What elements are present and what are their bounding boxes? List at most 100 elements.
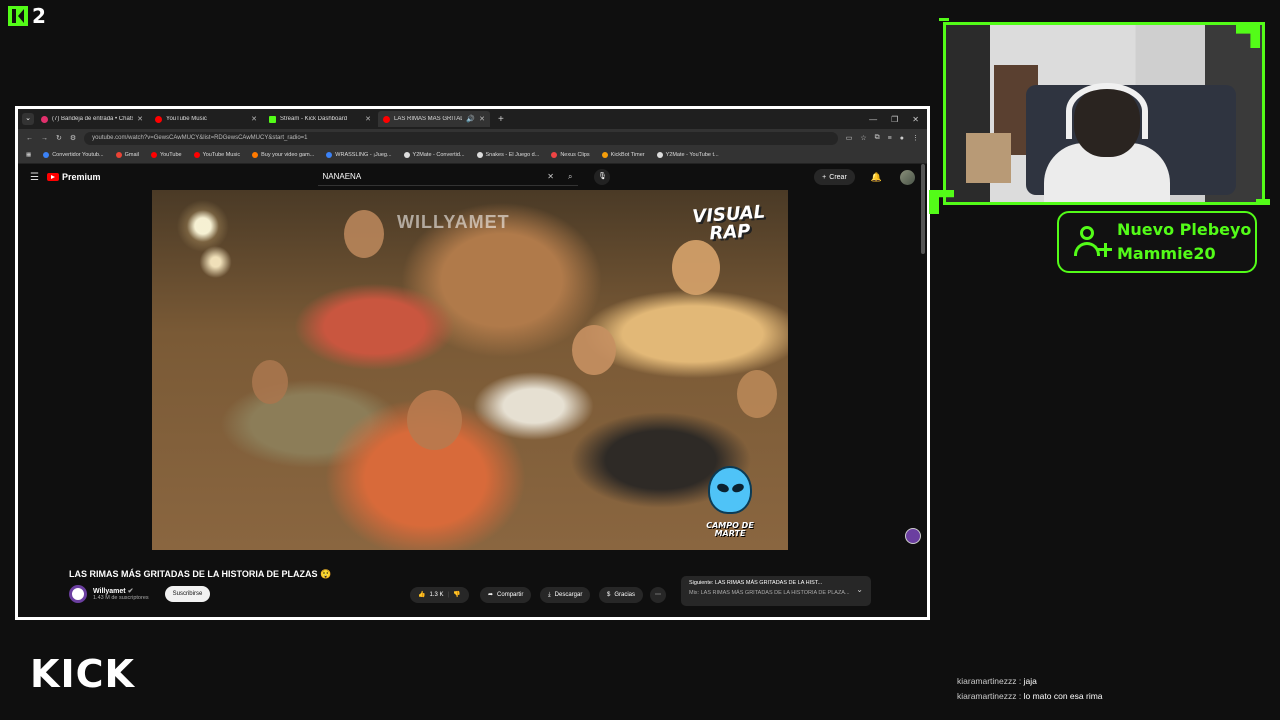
bookmark-label: Buy your video gam... bbox=[261, 152, 315, 158]
subscribe-button[interactable]: Suscribirse bbox=[164, 586, 211, 602]
back-icon[interactable]: ← bbox=[26, 135, 33, 142]
bookmark-item[interactable]: Y2Mate - Convertid... bbox=[403, 152, 465, 158]
profile-icon[interactable]: ● bbox=[900, 135, 904, 142]
download-icon: ⤓ bbox=[548, 592, 551, 598]
kick-k-icon bbox=[8, 6, 28, 26]
reading-list-icon[interactable]: ≡ bbox=[888, 135, 892, 142]
tab-youtube-video[interactable]: LAS RIMAS MÁS GRITADAS 🔊 ✕ bbox=[378, 111, 490, 127]
close-window-icon[interactable]: ✕ bbox=[912, 115, 919, 124]
close-icon[interactable]: ✕ bbox=[251, 115, 257, 123]
up-next-box[interactable]: Siguiente: LAS RIMAS MÁS GRITADAS DE LA … bbox=[681, 576, 871, 606]
kick-corner-logo: 2 bbox=[8, 4, 46, 28]
share-label: Compartir bbox=[497, 592, 524, 598]
bookmark-item[interactable]: Gmail bbox=[115, 152, 139, 158]
reload-icon[interactable]: ↻ bbox=[56, 134, 62, 142]
bookmark-favicon-icon bbox=[115, 152, 122, 158]
search-icon[interactable]: ⌕ bbox=[562, 172, 578, 182]
address-row: ← → ↻ ⚙ youtube.com/watch?v=GewsCAwMUCY&… bbox=[18, 129, 927, 147]
menu-icon[interactable]: ☰ bbox=[30, 172, 39, 183]
bookmark-item[interactable]: Y2Mate - YouTube t... bbox=[656, 152, 719, 158]
account-avatar[interactable] bbox=[900, 169, 915, 185]
search-box[interactable]: NANAENA ✕ ⌕ bbox=[318, 168, 579, 186]
webcam-feed bbox=[943, 22, 1265, 205]
url-bar[interactable]: youtube.com/watch?v=GewsCAwMUCY&list=RDG… bbox=[84, 131, 838, 145]
tab-kick-dashboard[interactable]: Stream - Kick Dashboard ✕ bbox=[264, 111, 376, 127]
chat-text: lo mato con esa rima bbox=[1023, 691, 1103, 701]
more-icon[interactable]: ⋮ bbox=[912, 134, 919, 142]
bookmark-favicon-icon bbox=[150, 152, 157, 158]
like-icon[interactable]: 👍 bbox=[418, 587, 425, 603]
page-scrollbar[interactable] bbox=[921, 164, 925, 254]
plus-icon: + bbox=[822, 173, 827, 181]
close-icon[interactable]: ✕ bbox=[479, 115, 485, 123]
cast-icon[interactable]: ▭ bbox=[846, 134, 853, 142]
bookmark-label: Convertidor Youtub... bbox=[52, 152, 104, 158]
channel-name[interactable]: Willyamet ✔ bbox=[93, 587, 149, 595]
video-player[interactable]: WILLYAMET VISUAL RAP CAMPO DE MARTE bbox=[152, 190, 788, 550]
tab-instagram[interactable]: (7) Bandeja de entrada • Chats ✕ bbox=[36, 111, 148, 127]
youtube-icon bbox=[383, 115, 390, 123]
bookmark-label: Nexus Clips bbox=[560, 152, 590, 158]
bookmark-item[interactable]: Nexus Clips bbox=[551, 152, 590, 158]
up-next-title: Siguiente: LAS RIMAS MÁS GRITADAS DE LA … bbox=[689, 580, 823, 586]
alien-logo: CAMPO DE MARTE bbox=[700, 466, 760, 538]
channel-avatar[interactable] bbox=[69, 585, 87, 603]
bookmark-item[interactable]: Convertidor Youtub... bbox=[43, 152, 104, 158]
alert-title: Nuevo Plebeyo bbox=[1117, 220, 1252, 239]
corner-logo-number: 2 bbox=[32, 4, 46, 28]
bookmark-item[interactable]: KickBot Timer bbox=[601, 152, 645, 158]
chat-username: kiaramartinezzz bbox=[957, 676, 1017, 686]
new-tab-icon[interactable]: + bbox=[492, 114, 510, 125]
download-label: Descargar bbox=[554, 592, 583, 598]
bookmark-label: WRASSLING - ¡Jueg... bbox=[335, 152, 392, 158]
bookmark-favicon-icon bbox=[193, 152, 200, 158]
bookmark-item[interactable]: YouTube Music bbox=[193, 152, 240, 158]
like-dislike-button[interactable]: 👍 1.3 K | 👎 bbox=[410, 587, 469, 603]
clear-search-icon[interactable]: ✕ bbox=[539, 172, 562, 181]
youtube-play-icon bbox=[46, 173, 59, 181]
tab-youtube-music[interactable]: YouTube Music ✕ bbox=[150, 111, 262, 127]
speaker-icon[interactable]: 🔊 bbox=[466, 115, 475, 123]
channel-watermark-avatar[interactable] bbox=[905, 528, 921, 544]
chat-message: kiaramartinezzz : jaja bbox=[957, 676, 1037, 686]
search-input[interactable]: NANAENA bbox=[322, 172, 539, 181]
browser-window: ⌄ (7) Bandeja de entrada • Chats ✕ YouTu… bbox=[15, 106, 930, 620]
add-user-icon bbox=[1073, 220, 1117, 264]
willyamet-watermark: WILLYAMET bbox=[397, 212, 510, 232]
apps-grid-icon[interactable]: ▦ bbox=[26, 152, 31, 158]
thanks-label: Gracias bbox=[614, 592, 636, 598]
youtube-premium-logo[interactable]: Premium bbox=[46, 172, 100, 182]
close-icon[interactable]: ✕ bbox=[137, 115, 143, 123]
create-button[interactable]: + Crear bbox=[814, 169, 855, 185]
up-next-mix: Mix: LAS RIMAS MÁS GRITADAS DE LA HISTOR… bbox=[689, 590, 850, 596]
more-actions-icon[interactable]: ⋯ bbox=[650, 587, 666, 603]
create-label: Crear bbox=[829, 173, 847, 181]
notifications-icon[interactable]: 🔔 bbox=[871, 172, 882, 183]
microphone-icon[interactable]: 🎙 bbox=[594, 169, 611, 185]
download-button[interactable]: ⤓ Descargar bbox=[540, 587, 591, 603]
site-info-icon[interactable]: ⚙ bbox=[70, 134, 76, 142]
tab-search-icon[interactable]: ⌄ bbox=[22, 113, 34, 125]
bookmark-favicon-icon bbox=[252, 152, 259, 158]
bookmark-star-icon[interactable]: ☆ bbox=[860, 134, 866, 142]
maximize-icon[interactable]: ❐ bbox=[891, 115, 898, 124]
bookmark-item[interactable]: Snakes - El Juego d... bbox=[476, 152, 539, 158]
bookmarks-bar: ▦ Convertidor Youtub... Gmail YouTube YouTu… bbox=[18, 147, 927, 164]
tab-label: LAS RIMAS MÁS GRITADAS bbox=[394, 116, 462, 122]
extensions-icon[interactable]: ⧉ bbox=[875, 134, 880, 142]
chevron-down-icon[interactable]: ⌄ bbox=[856, 585, 863, 594]
forward-icon[interactable]: → bbox=[41, 135, 48, 142]
bookmark-label: Y2Mate - Convertid... bbox=[412, 152, 465, 158]
bookmark-label: KickBot Timer bbox=[610, 152, 645, 158]
close-icon[interactable]: ✕ bbox=[365, 115, 371, 123]
share-button[interactable]: ➦ Compartir bbox=[480, 587, 532, 603]
bookmark-item[interactable]: YouTube bbox=[150, 152, 182, 158]
minimize-icon[interactable]: — bbox=[869, 115, 877, 124]
kick-wordmark: KICK bbox=[30, 652, 135, 696]
bookmark-item[interactable]: WRASSLING - ¡Jueg... bbox=[326, 152, 392, 158]
bookmark-favicon-icon bbox=[326, 152, 333, 158]
thanks-button[interactable]: $ Gracias bbox=[599, 587, 644, 603]
alert-username: Mammie20 bbox=[1117, 244, 1216, 263]
dislike-icon[interactable]: 👎 bbox=[453, 587, 460, 603]
bookmark-item[interactable]: Buy your video gam... bbox=[252, 152, 314, 158]
